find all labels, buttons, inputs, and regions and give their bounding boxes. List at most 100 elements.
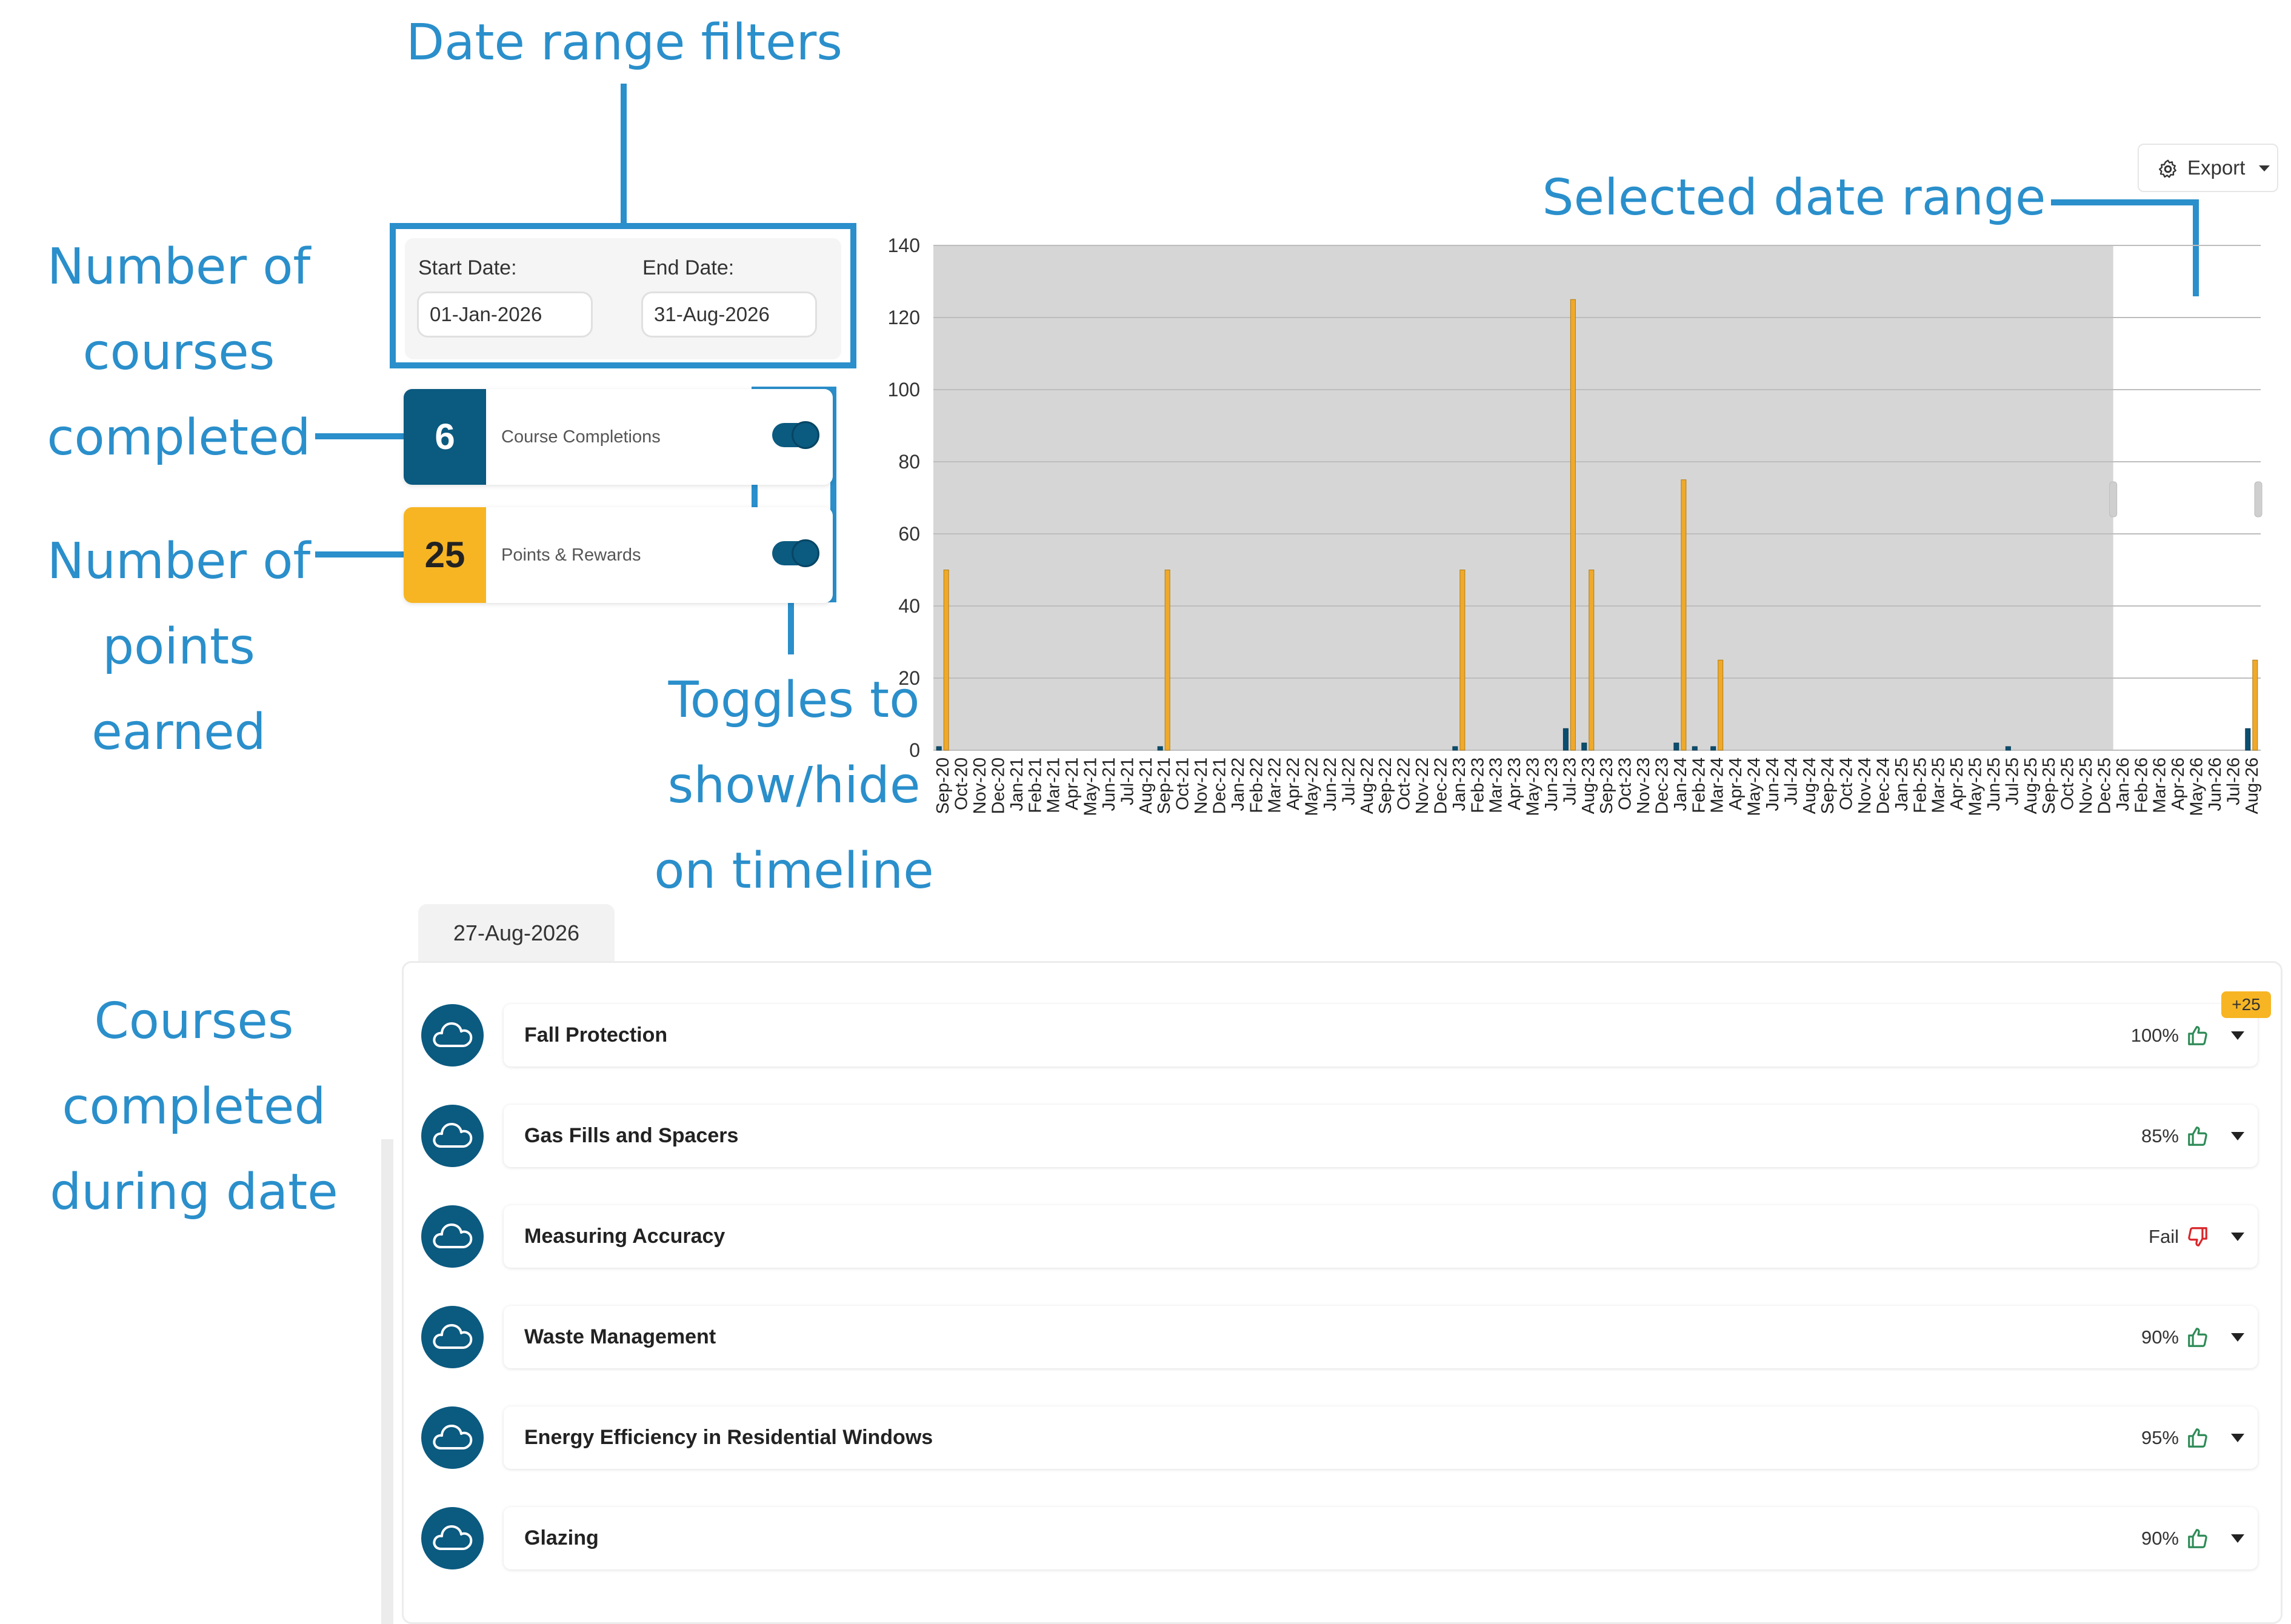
annotation-connector <box>621 84 627 227</box>
x-tick-label: Jul-25 <box>2003 757 2022 805</box>
points-rewards-count: 25 <box>404 507 486 603</box>
x-tick-label: Jul-24 <box>1781 757 1801 805</box>
course-score: 100% <box>2130 1025 2179 1046</box>
x-tick-label: Jun-21 <box>1099 757 1119 811</box>
x-tick-label: Apr-23 <box>1505 757 1524 810</box>
x-tick-label: Sep-21 <box>1155 757 1174 814</box>
annotation-points-earned: Number of points earned <box>47 533 311 761</box>
x-tick-label: Jan-25 <box>1892 757 1912 811</box>
y-tick-label: 80 <box>898 451 920 473</box>
unselected-range-shade <box>933 245 2113 750</box>
course-score: 85% <box>2141 1125 2179 1146</box>
bar <box>1692 746 1698 751</box>
timeline-chart: 020406080100120140Sep-20Oct-20Nov-20Dec-… <box>888 235 2263 816</box>
points-rewards-card: 25 Points & Rewards <box>404 507 833 603</box>
course-row[interactable]: Fall Protection 100% <box>504 1004 2258 1067</box>
course-score: Fail <box>2149 1226 2179 1247</box>
range-start-handle <box>2109 481 2118 517</box>
course-row[interactable]: Glazing 90% <box>504 1507 2258 1569</box>
chevron-down-icon[interactable] <box>2231 1333 2244 1342</box>
course-row[interactable]: Waste Management 90% <box>504 1306 2258 1368</box>
x-tick-label: May-21 <box>1081 757 1101 816</box>
x-tick-label: Dec-20 <box>989 757 1008 814</box>
course-row[interactable]: Gas Fills and Spacers 85% <box>504 1105 2258 1167</box>
cloud-icon <box>421 1406 484 1469</box>
x-tick-label: Aug-26 <box>2243 757 2262 814</box>
chevron-down-icon[interactable] <box>2231 1132 2244 1140</box>
course-row[interactable]: Energy Efficiency in Residential Windows… <box>504 1406 2258 1469</box>
date-range-filter-panel: Start Date: 01-Jan-2026 End Date: 31-Aug… <box>405 238 841 359</box>
thumbs-up-icon <box>2188 1428 2207 1448</box>
x-tick-label: Mar-21 <box>1044 757 1064 813</box>
points-badge: +25 <box>2221 991 2271 1018</box>
bar <box>943 570 949 751</box>
y-tick-label: 20 <box>898 667 920 689</box>
x-tick-label: Feb-23 <box>1468 757 1487 813</box>
x-tick-label: Oct-24 <box>1837 757 1856 810</box>
x-tick-label: Nov-23 <box>1634 757 1653 814</box>
points-rewards-toggle[interactable] <box>772 539 819 567</box>
x-tick-label: Dec-21 <box>1210 757 1229 814</box>
x-tick-label: Feb-21 <box>1025 757 1045 813</box>
x-tick-label: Jan-26 <box>2113 757 2133 811</box>
y-tick-label: 120 <box>888 307 920 328</box>
course-score: 95% <box>2141 1427 2179 1448</box>
chevron-down-icon[interactable] <box>2231 1534 2244 1543</box>
x-tick-label: Dec-23 <box>1652 757 1672 814</box>
x-tick-label: Jun-26 <box>2206 757 2225 811</box>
course-row[interactable]: Measuring Accuracy Fail <box>504 1205 2258 1268</box>
bar <box>1459 570 1466 751</box>
x-tick-label: May-26 <box>2187 757 2207 816</box>
x-tick-label: Aug-22 <box>1358 757 1377 814</box>
chevron-down-icon[interactable] <box>2231 1233 2244 1241</box>
cloud-icon <box>421 1205 484 1268</box>
course-title: Measuring Accuracy <box>524 1225 725 1248</box>
annotation-connector <box>315 433 406 439</box>
x-tick-label: Jan-21 <box>1007 757 1027 811</box>
x-tick-label: Feb-22 <box>1247 757 1266 813</box>
y-tick-label: 0 <box>909 739 920 761</box>
end-date-input[interactable]: 31-Aug-2026 <box>641 291 817 338</box>
y-tick-label: 140 <box>888 235 920 256</box>
date-tab[interactable]: 27-Aug-2026 <box>418 904 615 962</box>
annotation-courses-during-date: Courses completed during date <box>50 993 338 1221</box>
x-tick-label: May-25 <box>1966 757 1986 816</box>
x-tick-label: Jan-22 <box>1229 757 1248 811</box>
x-tick-label: Dec-25 <box>2095 757 2114 814</box>
bar <box>1673 742 1679 751</box>
thumbs-up-icon <box>2188 1026 2207 1045</box>
chevron-down-icon[interactable] <box>2231 1031 2244 1040</box>
toggle-knob <box>792 421 819 449</box>
y-tick-label: 40 <box>898 595 920 617</box>
x-tick-label: Sep-22 <box>1376 757 1395 814</box>
x-tick-label: Apr-22 <box>1284 757 1303 810</box>
annotation-connector <box>315 551 406 557</box>
range-end-handle <box>2254 481 2263 517</box>
x-tick-label: Feb-25 <box>1910 757 1930 813</box>
x-tick-label: Aug-23 <box>1579 757 1598 814</box>
course-completions-toggle[interactable] <box>772 421 819 449</box>
cloud-icon <box>421 1507 484 1569</box>
annotation-connector <box>2051 199 2199 205</box>
annotation-courses-completed: Number of courses completed <box>47 238 311 467</box>
x-tick-label: Oct-25 <box>2058 757 2078 810</box>
x-tick-label: Dec-22 <box>1431 757 1450 814</box>
thumbs-up-icon <box>2188 1328 2207 1347</box>
bar <box>1562 728 1569 751</box>
y-tick-label: 100 <box>888 379 920 401</box>
start-date-input[interactable]: 01-Jan-2026 <box>417 291 593 338</box>
x-tick-label: Oct-20 <box>952 757 972 810</box>
x-tick-label: Jun-23 <box>1542 757 1561 811</box>
course-score: 90% <box>2141 1326 2179 1348</box>
x-tick-label: Nov-22 <box>1413 757 1432 814</box>
chevron-down-icon[interactable] <box>2231 1434 2244 1442</box>
thumbs-down-icon <box>2188 1227 2207 1246</box>
bar <box>1570 299 1576 751</box>
x-tick-label: Sep-23 <box>1597 757 1616 814</box>
export-button[interactable]: Export <box>2138 144 2278 192</box>
scrollbar[interactable] <box>381 1139 393 1624</box>
bar <box>1164 570 1170 751</box>
course-score: 90% <box>2141 1528 2179 1549</box>
course-title: Energy Efficiency in Residential Windows <box>524 1426 933 1449</box>
bar <box>1718 659 1724 751</box>
